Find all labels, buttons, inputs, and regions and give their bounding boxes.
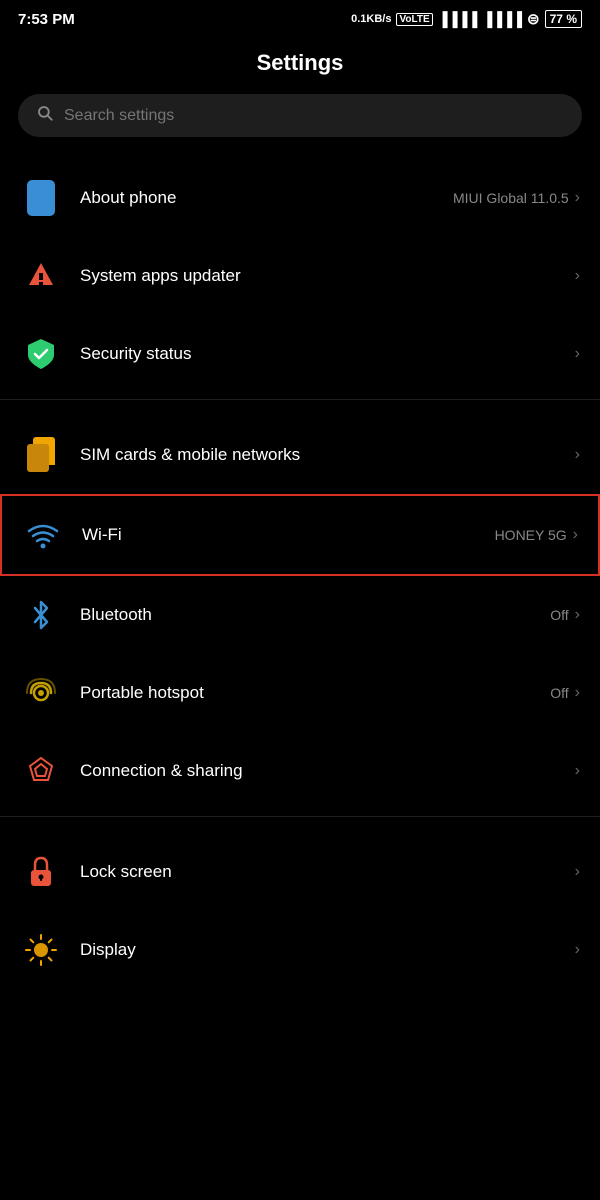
system-apps-updater-label: System apps updater: [80, 266, 575, 286]
portable-hotspot-chevron: ›: [575, 684, 580, 702]
divider-1: [0, 399, 600, 400]
status-volte: VoLTE: [396, 13, 432, 26]
display-label: Display: [80, 940, 575, 960]
settings-item-portable-hotspot[interactable]: Portable hotspot Off ›: [0, 654, 600, 732]
bluetooth-subtitle: Off: [550, 607, 568, 623]
settings-item-connection-sharing[interactable]: Connection & sharing ›: [0, 732, 600, 810]
wifi-label: Wi-Fi: [82, 525, 495, 545]
battery-level: 77: [550, 12, 563, 26]
settings-item-security-status[interactable]: Security status ›: [0, 315, 600, 393]
wifi-chevron: ›: [573, 526, 578, 544]
settings-item-sim-cards[interactable]: SIM cards & mobile networks ›: [0, 416, 600, 494]
lock-screen-chevron: ›: [575, 863, 580, 881]
sim-cards-chevron: ›: [575, 446, 580, 464]
group-3: Lock screen ›: [0, 833, 600, 989]
page-title: Settings: [0, 34, 600, 94]
status-time: 7:53 PM: [18, 11, 75, 28]
portable-hotspot-subtitle: Off: [550, 685, 568, 701]
about-phone-subtitle: MIUI Global 11.0.5: [453, 190, 569, 206]
wifi-icon: [22, 514, 64, 556]
settings-item-display[interactable]: Display ›: [0, 911, 600, 989]
search-bar[interactable]: [18, 94, 582, 137]
signal-icon-2: ▐▐▐▐: [482, 11, 522, 27]
group-1: About phone MIUI Global 11.0.5 › System …: [0, 159, 600, 393]
bluetooth-icon: [20, 594, 62, 636]
update-icon: [20, 255, 62, 297]
settings-item-lock-screen[interactable]: Lock screen ›: [0, 833, 600, 911]
search-icon: [36, 104, 54, 127]
security-status-chevron: ›: [575, 345, 580, 363]
battery-icon: 77 %: [545, 10, 582, 28]
system-apps-updater-chevron: ›: [575, 267, 580, 285]
status-bar: 7:53 PM 0.1KB/s VoLTE ▐▐▐▐ ▐▐▐▐ ⊜ 77 %: [0, 0, 600, 34]
security-icon: [20, 333, 62, 375]
connection-sharing-label: Connection & sharing: [80, 761, 575, 781]
about-phone-label: About phone: [80, 188, 453, 208]
about-phone-chevron: ›: [575, 189, 580, 207]
sim-cards-label: SIM cards & mobile networks: [80, 445, 575, 465]
portable-hotspot-label: Portable hotspot: [80, 683, 550, 703]
wifi-subtitle: HONEY 5G: [495, 527, 567, 543]
lock-screen-label: Lock screen: [80, 862, 575, 882]
settings-item-system-apps-updater[interactable]: System apps updater ›: [0, 237, 600, 315]
connection-icon: [20, 750, 62, 792]
settings-item-wifi[interactable]: Wi-Fi HONEY 5G ›: [0, 494, 600, 576]
settings-item-about-phone[interactable]: About phone MIUI Global 11.0.5 ›: [0, 159, 600, 237]
status-right: 0.1KB/s VoLTE ▐▐▐▐ ▐▐▐▐ ⊜ 77 %: [351, 10, 582, 28]
bluetooth-label: Bluetooth: [80, 605, 550, 625]
settings-list: About phone MIUI Global 11.0.5 › System …: [0, 159, 600, 989]
lock-icon: [20, 851, 62, 893]
group-2: SIM cards & mobile networks › Wi-Fi HONE…: [0, 416, 600, 810]
settings-item-bluetooth[interactable]: Bluetooth Off ›: [0, 576, 600, 654]
connection-sharing-chevron: ›: [575, 762, 580, 780]
divider-2: [0, 816, 600, 817]
wifi-status-icon: ⊜: [527, 10, 540, 28]
bluetooth-chevron: ›: [575, 606, 580, 624]
hotspot-icon: [20, 672, 62, 714]
spacer-1: [0, 406, 600, 416]
spacer-2: [0, 823, 600, 833]
display-chevron: ›: [575, 941, 580, 959]
signal-icon: ▐▐▐▐: [438, 11, 478, 27]
security-status-label: Security status: [80, 344, 575, 364]
phone-icon: [20, 177, 62, 219]
search-input[interactable]: [64, 107, 564, 125]
sim-icon: [20, 434, 62, 476]
status-speed: 0.1KB/s: [351, 13, 391, 25]
display-icon: [20, 929, 62, 971]
